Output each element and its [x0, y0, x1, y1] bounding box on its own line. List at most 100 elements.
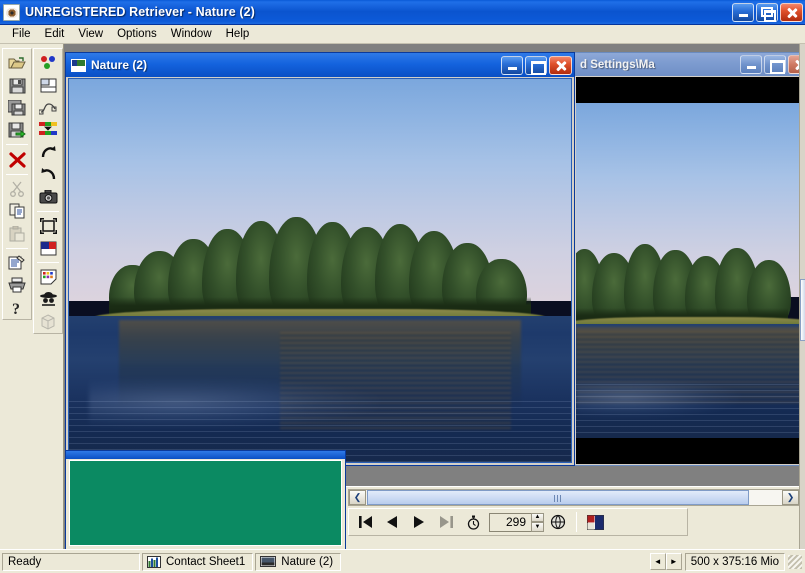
horizontal-scrollbar[interactable]: ❮ ❯	[348, 489, 800, 506]
bg-maximize-button[interactable]	[764, 55, 786, 74]
status-message: Ready	[2, 552, 140, 571]
previous-image-button[interactable]	[379, 510, 405, 534]
undo-icon[interactable]	[35, 163, 61, 185]
curve-path-icon[interactable]	[35, 97, 61, 119]
resize-grip[interactable]	[788, 554, 802, 569]
open-folder-icon[interactable]	[4, 52, 30, 74]
contact-sheet-canvas[interactable]	[69, 460, 342, 546]
cut-icon	[4, 178, 30, 200]
toolbar-column-tools	[33, 48, 63, 334]
status-tab-label: Nature (2)	[281, 555, 334, 568]
menu-bar: File Edit View Options Window Help	[0, 25, 805, 44]
status-tab-label: Contact Sheet1	[166, 555, 246, 568]
first-image-button[interactable]	[352, 510, 378, 534]
active-window-title-bar: Nature (2)	[66, 53, 574, 77]
menu-item-view[interactable]: View	[71, 26, 110, 42]
print-icon[interactable]	[4, 274, 30, 296]
scroll-right-button[interactable]: ❯	[782, 490, 799, 505]
eye-icon	[3, 3, 20, 21]
image-dimensions-label: 500 x 375:16 Mio	[684, 552, 785, 571]
close-button[interactable]	[780, 2, 803, 22]
minimize-button[interactable]	[732, 2, 754, 22]
active-window-canvas[interactable]	[68, 78, 572, 463]
background-window-canvas	[576, 77, 805, 464]
next-image-button[interactable]	[406, 510, 432, 534]
swatch-icon[interactable]	[35, 266, 61, 288]
toolbar-separator	[37, 262, 59, 264]
toolbar-separator	[37, 210, 59, 212]
menu-item-file[interactable]: File	[5, 26, 38, 42]
detective-icon[interactable]	[35, 289, 61, 311]
menu-item-help[interactable]: Help	[219, 26, 257, 42]
properties-icon[interactable]	[4, 252, 30, 274]
color-dots-icon[interactable]	[35, 52, 61, 74]
active-window-title: Nature (2)	[91, 58, 148, 72]
delay-value-input[interactable]: 299	[489, 512, 531, 532]
delay-spinner[interactable]: 299 ▲ ▼	[489, 512, 544, 532]
fullscreen-icon[interactable]	[35, 215, 61, 237]
palette-dropdown-icon[interactable]	[35, 119, 61, 141]
vertical-scrollbar-thumb[interactable]	[800, 279, 805, 341]
slideshow-icon[interactable]	[582, 510, 608, 534]
timer-icon[interactable]	[460, 510, 486, 534]
contact-sheet-title-bar	[66, 451, 345, 459]
nature-lake-island-photo	[69, 79, 571, 462]
child-maximize-button[interactable]	[525, 55, 547, 75]
color-adjust-icon[interactable]	[35, 237, 61, 259]
menu-item-edit[interactable]: Edit	[38, 26, 72, 42]
status-bar: Ready Contact Sheet1 Nature (2) ◄ ► 500 …	[0, 549, 805, 573]
last-image-button	[433, 510, 459, 534]
mdi-client-area: d Settings\Ma Nature (2) ❮ ❯ 299 ▲ ▼	[64, 44, 805, 549]
image-thumb-icon	[260, 556, 277, 567]
delete-icon[interactable]	[4, 148, 30, 170]
cube-icon	[35, 311, 61, 333]
playback-toolbar: 299 ▲ ▼	[348, 508, 688, 536]
left-toolbar-area: ?	[0, 44, 64, 549]
status-tab-nature[interactable]: Nature (2)	[255, 552, 342, 571]
background-window-title-bar: d Settings\Ma	[575, 53, 805, 76]
status-tab-contact-sheet[interactable]: Contact Sheet1	[142, 552, 254, 571]
copy-icon[interactable]	[4, 200, 30, 222]
status-nav-left-button[interactable]: ◄	[649, 553, 666, 570]
svg-text:?: ?	[12, 301, 20, 316]
bg-minimize-button[interactable]	[740, 55, 762, 74]
save-icon[interactable]	[4, 74, 30, 96]
toolbar-separator	[576, 512, 577, 532]
help-icon[interactable]: ?	[4, 297, 30, 319]
menu-item-options[interactable]: Options	[110, 26, 164, 42]
application-window: UNREGISTERED Retriever - Nature (2) File…	[0, 0, 805, 573]
save-as-icon[interactable]	[4, 97, 30, 119]
toolbar-separator	[6, 247, 28, 249]
paste-icon	[4, 223, 30, 245]
contact-sheet-icon	[147, 555, 161, 568]
main-title-bar: UNREGISTERED Retriever - Nature (2)	[0, 0, 805, 25]
background-photo	[576, 103, 805, 438]
background-image-window[interactable]: d Settings\Ma	[574, 52, 805, 466]
layers-icon[interactable]	[35, 74, 61, 96]
menu-item-window[interactable]: Window	[164, 26, 219, 42]
save-special-icon[interactable]	[4, 119, 30, 141]
restore-button[interactable]	[756, 2, 778, 22]
redo-icon[interactable]	[35, 141, 61, 163]
camera-icon[interactable]	[35, 186, 61, 208]
active-image-window[interactable]: Nature (2)	[65, 52, 575, 466]
window-title: UNREGISTERED Retriever - Nature (2)	[25, 5, 255, 19]
scrollbar-thumb[interactable]	[367, 490, 749, 505]
toolbar-column-file: ?	[2, 48, 32, 320]
right-vertical-scrollbar[interactable]	[799, 44, 805, 549]
globe-icon[interactable]	[545, 510, 571, 534]
window-controls	[732, 2, 803, 22]
scroll-left-button[interactable]: ❮	[349, 490, 366, 505]
spinner-up-button[interactable]: ▲	[531, 512, 544, 522]
toolbar-separator	[6, 173, 28, 175]
status-nav-right-button[interactable]: ►	[665, 553, 682, 570]
spinner-down-button[interactable]: ▼	[531, 522, 544, 532]
child-minimize-button[interactable]	[501, 55, 523, 75]
child-close-button[interactable]	[549, 55, 572, 75]
scrollbar-track[interactable]	[749, 490, 782, 505]
image-thumb-icon	[71, 58, 86, 72]
toolbar-separator	[6, 144, 28, 146]
background-window-title: d Settings\Ma	[580, 58, 655, 71]
navigation-strip: ❮ ❯ 299 ▲ ▼	[346, 486, 805, 549]
contact-sheet-window[interactable]	[65, 450, 346, 549]
